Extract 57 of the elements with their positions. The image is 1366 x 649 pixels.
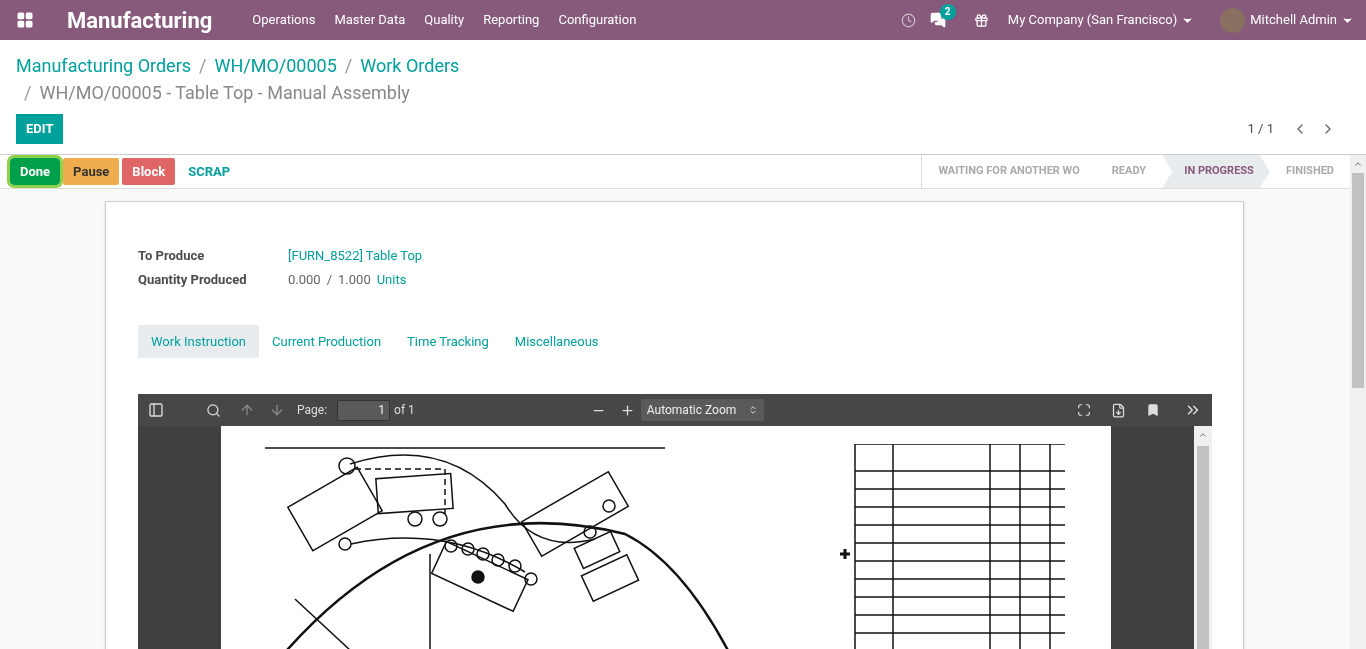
apps-menu-icon[interactable] — [16, 11, 34, 29]
breadcrumb-link[interactable]: Manufacturing Orders — [16, 52, 192, 79]
gift-icon[interactable] — [973, 12, 989, 28]
previous-page-icon[interactable] — [239, 402, 255, 418]
quantity-planned-value: 1.000 — [338, 271, 371, 290]
form-tab[interactable]: Current Production — [259, 325, 395, 358]
fullscreen-icon[interactable] — [1077, 403, 1091, 417]
form-tab[interactable]: Work Instruction — [138, 325, 260, 358]
edit-button[interactable]: EDIT — [16, 114, 64, 144]
menu-item[interactable]: Master Data — [334, 10, 406, 30]
user-menu[interactable]: Mitchell Admin — [1250, 10, 1354, 30]
field-label: To Produce — [138, 247, 206, 266]
breadcrumb-separator: / — [23, 81, 33, 105]
action-button[interactable]: Done — [10, 158, 61, 185]
search-icon[interactable] — [206, 402, 221, 418]
form-tab[interactable]: Miscellaneous — [501, 325, 612, 358]
menu-item[interactable]: Configuration — [558, 10, 637, 30]
sidebar-toggle-icon[interactable] — [148, 402, 164, 418]
action-button[interactable]: SCRAP — [178, 158, 241, 185]
status-step[interactable]: WAITING FOR ANOTHER WO — [922, 155, 1096, 188]
app-name: Manufacturing — [67, 6, 213, 35]
page-label: Page: — [297, 402, 328, 419]
bookmark-icon[interactable] — [1146, 403, 1160, 417]
menu-item[interactable]: Reporting — [483, 10, 540, 30]
breadcrumb-link[interactable]: Work Orders — [360, 52, 460, 79]
pager-value: 1 / 1 — [1247, 120, 1274, 139]
form-tab[interactable]: Time Tracking — [394, 325, 502, 358]
messages-count-badge: 2 — [939, 4, 956, 20]
menu-item[interactable]: Quality — [424, 10, 465, 30]
select-arrows-icon — [747, 405, 758, 415]
product-link[interactable]: [FURN_8522] Table Top — [288, 246, 423, 266]
activity-clock-icon[interactable] — [900, 12, 916, 28]
quantity-separator: / — [326, 271, 333, 290]
zoom-in-icon[interactable] — [619, 402, 635, 418]
breadcrumb-separator: / — [343, 54, 354, 78]
quantity-produced-value: 0.000 — [288, 271, 321, 290]
download-icon[interactable] — [1111, 402, 1126, 418]
scroll-up-icon[interactable] — [1353, 159, 1363, 169]
field-label: Quantity Produced — [138, 271, 248, 290]
breadcrumb-current: WH/MO/00005 - Table Top - Manual Assembly — [39, 81, 410, 105]
unit-link[interactable]: Units — [376, 270, 407, 290]
action-button[interactable]: Pause — [63, 158, 120, 185]
status-step[interactable]: FINISHED — [1269, 155, 1350, 188]
page-number-field[interactable]: 1 — [337, 399, 391, 421]
scrollbar-thumb[interactable] — [1352, 173, 1364, 388]
page-count: of 1 — [394, 402, 415, 419]
zoom-select[interactable]: Automatic Zoom — [640, 399, 764, 421]
status-step[interactable]: IN PROGRESS — [1162, 155, 1270, 188]
breadcrumb-separator: / — [198, 54, 208, 78]
user-avatar — [1220, 7, 1246, 33]
company-switcher[interactable]: My Company (San Francisco) — [1007, 10, 1195, 30]
breadcrumb-link[interactable]: WH/MO/00005 — [214, 52, 337, 79]
menu-item[interactable]: Operations — [252, 10, 316, 30]
next-page-icon[interactable] — [269, 402, 285, 418]
status-step[interactable]: READY — [1095, 155, 1163, 188]
scroll-up-icon[interactable] — [1198, 430, 1208, 440]
action-button[interactable]: Block — [122, 158, 176, 185]
